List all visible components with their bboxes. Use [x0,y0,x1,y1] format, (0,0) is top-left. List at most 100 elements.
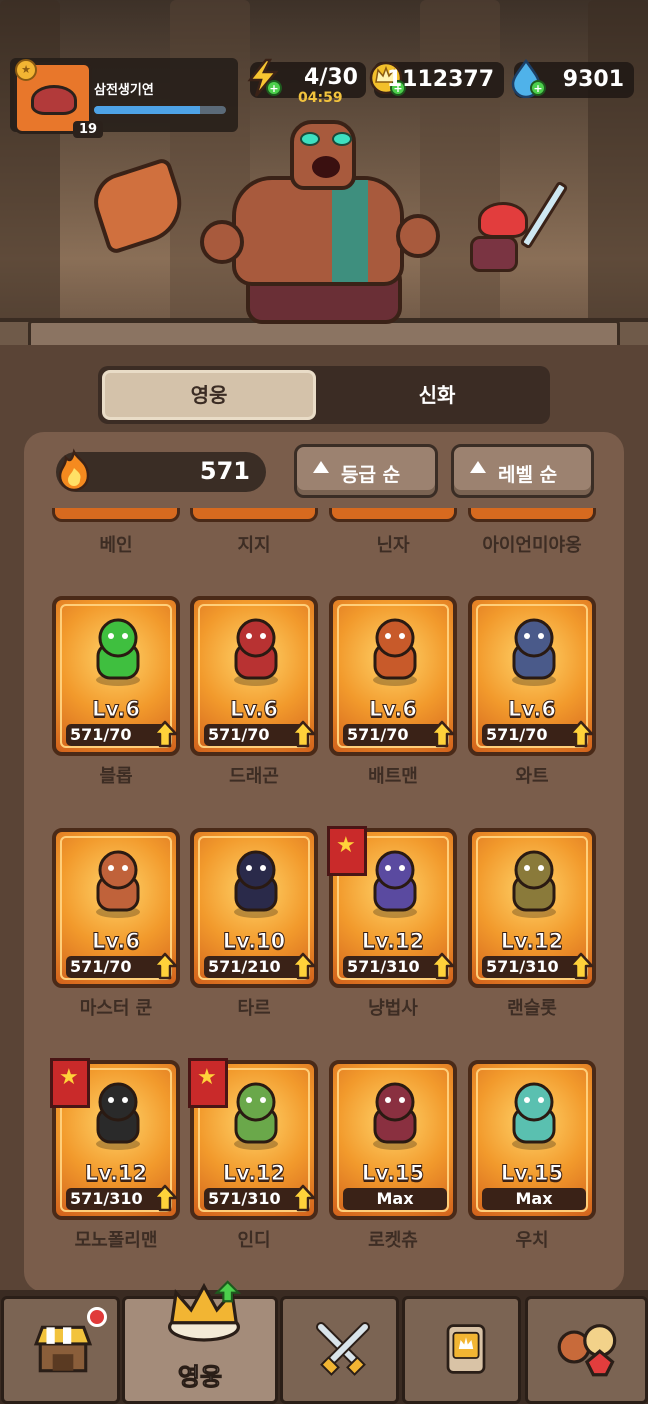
nav-cards[interactable] [402,1296,521,1404]
sort-by-grade-button[interactable]: 등급 순 [294,444,438,498]
nav-battle[interactable] [280,1296,399,1404]
hero-name: 모노폴리맨 [74,1230,158,1251]
star-icon: ★ [197,1065,217,1090]
nav-party[interactable] [525,1296,648,1404]
energy-value: 4/30 [304,65,358,90]
svg-text:+: + [533,82,542,95]
hero-name: 타르 [237,998,271,1019]
party-icon [557,1324,617,1377]
hero-card-partial[interactable] [468,508,596,522]
gold-counter[interactable]: + 1112377 [369,61,504,98]
gold-value: 1112377 [386,67,494,92]
bottom-nav: 영웅 [0,1280,648,1404]
hero-progress: 571/310 [343,956,443,978]
energy-timer: 04:59 [298,90,343,106]
hero-name: 랜슬롯 [507,998,557,1019]
hero-card[interactable]: Lv.15 Max [329,1060,457,1220]
boss-body [232,176,404,286]
hero-card[interactable]: ★ Lv.12 571/310 [50,1058,180,1220]
hero-card[interactable]: Lv.6 571/70 [190,596,318,756]
hero-card[interactable]: Lv.6 571/70 [468,596,596,756]
hero-card[interactable]: Lv.15 Max [468,1060,596,1220]
hero-level: Lv.10 [222,929,286,954]
notification-dot [87,1307,107,1327]
upgrade-arrow-icon [152,952,178,980]
hero-portrait [234,618,278,686]
tab-myth[interactable]: 신화 [330,370,544,420]
hero-name: 인디 [237,1230,271,1251]
hero-card[interactable]: Lv.6 571/70 [52,828,180,988]
star-icon: ★ [336,833,356,858]
sort-by-level-button[interactable]: 레벨 순 [451,444,594,498]
hero-name: 닌자 [376,535,410,556]
power-counter: 571 [56,448,266,492]
nav-heroes-label: 영웅 [177,1363,223,1392]
hero-progress: 571/310 [204,1188,304,1210]
hero-name: 마스터 쿤 [79,998,153,1019]
hero-name: 드래곤 [229,766,279,787]
hero-progress: 571/70 [482,724,582,746]
hero-card-partial[interactable] [190,508,318,522]
hero-portrait [373,618,417,686]
hero-name: 냥법사 [368,998,418,1019]
stone-pillar [0,0,60,330]
upgrade-arrow-icon [429,952,455,980]
hero-level: Lv.12 [222,1161,286,1186]
hero-level: Lv.6 [369,697,418,722]
hero-name: 아이언미야옹 [482,535,582,556]
hero-portrait [234,1082,278,1150]
card-icon [446,1324,486,1374]
star-icon: ★ [59,1065,79,1090]
exp-bar-fill [94,106,200,114]
hero-card[interactable]: ★ Lv.12 571/310 [188,1058,318,1220]
hero-progress: 571/310 [66,1188,166,1210]
hero-name: 와트 [515,766,549,787]
hero-level: Lv.15 [500,1161,564,1186]
svg-text:+: + [269,82,278,95]
crossed-swords-icon [316,1322,370,1376]
sort-arrow-icon [313,461,329,473]
hero-progress: 571/70 [66,956,166,978]
upgrade-arrow-icon [152,1184,178,1212]
hero-portrait [96,618,140,686]
upgrade-arrow-icon [568,952,594,980]
hero-portrait [512,1082,556,1150]
hero-card-partial[interactable] [52,508,180,522]
nav-heroes[interactable]: 영웅 [122,1280,278,1404]
hero-progress: 571/210 [204,956,304,978]
crown-icon [167,1280,241,1342]
hero-card[interactable]: Lv.6 571/70 [52,596,180,756]
hero-name: 우치 [515,1230,549,1251]
hero-level: Lv.6 [92,929,141,954]
avatar[interactable]: ★ 19 [14,59,104,138]
hero-level: Lv.6 [92,697,141,722]
tab-heroes[interactable]: 영웅 [102,370,316,420]
energy-counter[interactable]: + 4/30 04:59 [247,58,366,106]
medal-icon: ★ [15,59,37,81]
hero-level: Lv.12 [361,929,425,954]
upgrade-arrow-icon [568,720,594,748]
hero-card[interactable]: ★ Lv.12 571/310 [327,826,457,988]
boss-fist-right [396,214,440,258]
upgrade-arrow-icon [290,1184,316,1212]
hero-name: 로켓츄 [368,1230,418,1251]
hero-portrait [373,1082,417,1150]
hero-card[interactable]: Lv.6 571/70 [329,596,457,756]
hero-name: 블롭 [99,766,133,787]
nav-shop[interactable] [1,1296,120,1404]
hero-card[interactable]: Lv.10 571/210 [190,828,318,988]
hero-name: 배트맨 [368,766,418,787]
sort-grade-label: 등급 순 [341,464,401,486]
hero-progress: Max [343,1188,447,1210]
favorite-flag: ★ [50,1058,90,1108]
exp-bar [94,106,226,114]
lightning-icon: + [247,58,282,97]
gem-counter[interactable]: + 9301 [511,58,634,98]
hero-portrait [512,850,556,918]
gem-value: 9301 [562,67,624,92]
battle-scene [0,0,648,345]
hero-tab-bar: 영웅 신화 [98,366,550,424]
hero-card[interactable]: Lv.12 571/310 [468,828,596,988]
hero-card-partial[interactable] [329,508,457,522]
fire-icon [58,448,90,492]
